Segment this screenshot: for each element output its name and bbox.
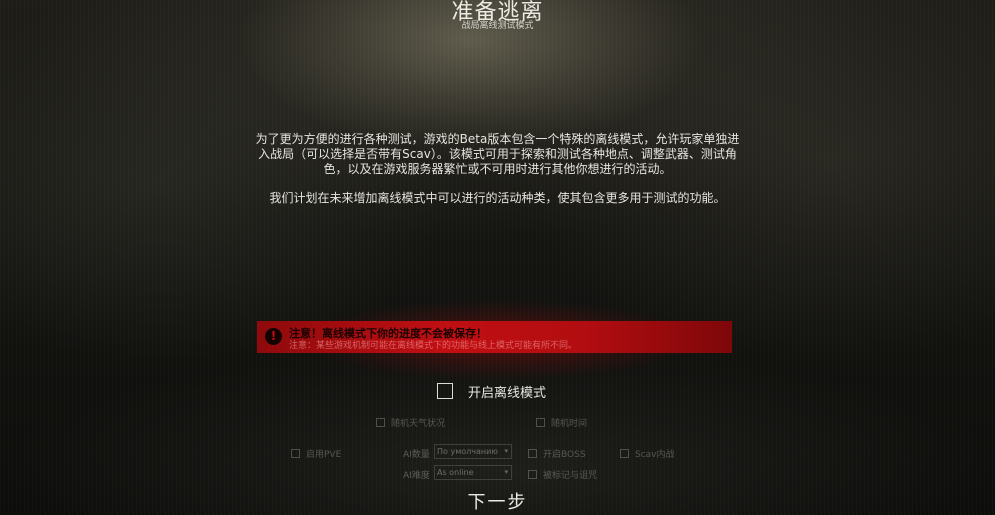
ai-difficulty-label: AI难度 <box>403 471 430 481</box>
tagged-and-cursed-option[interactable]: 被标记与诅咒 <box>528 468 597 481</box>
ai-amount-select[interactable]: По умолчанию ▾ <box>434 444 512 459</box>
scav-war-option[interactable]: Scav内战 <box>620 447 675 460</box>
offline-mode-label: 开启离线模式 <box>468 385 547 401</box>
random-weather-label: 随机天气状况 <box>391 419 446 429</box>
tagged-and-cursed-checkbox[interactable] <box>528 470 537 479</box>
tagged-and-cursed-label: 被标记与诅咒 <box>543 471 598 481</box>
random-time-label: 随机时间 <box>551 419 588 429</box>
next-button-row: 下一步 <box>0 488 995 514</box>
offline-mode-checkbox[interactable] <box>437 383 453 399</box>
ai-difficulty-value: As online <box>437 468 474 477</box>
warning-banner: ! 注意！离线模式下你的进度不会被保存！ 注意：某些游戏机制可能在离线模式下的功… <box>257 321 732 353</box>
ai-amount-value: По умолчанию <box>437 447 499 456</box>
ai-difficulty-select[interactable]: As online ▾ <box>434 465 512 480</box>
offline-mode-toggle[interactable]: 开启离线模式 <box>437 382 547 401</box>
description-paragraph-1: 为了更为方便的进行各种测试，游戏的Beta版本包含一个特殊的离线模式，允许玩家单… <box>255 132 740 176</box>
enable-pve-label: 启用PVE <box>306 450 342 460</box>
chevron-down-icon: ▾ <box>504 447 508 455</box>
random-time-checkbox[interactable] <box>536 418 545 427</box>
description-paragraph-2: 我们计划在未来增加离线模式中可以进行的活动种类，使其包含更多用于测试的功能。 <box>269 191 726 205</box>
scav-war-checkbox[interactable] <box>620 449 629 458</box>
enable-boss-label: 开启BOSS <box>543 450 586 460</box>
enable-boss-option[interactable]: 开启BOSS <box>528 447 586 460</box>
chevron-down-icon: ▾ <box>504 468 508 476</box>
enable-boss-checkbox[interactable] <box>528 449 537 458</box>
warning-text: 注意：某些游戏机制可能在离线模式下的功能与线上模式可能有所不同。 <box>289 341 578 351</box>
background-texture <box>0 0 995 515</box>
random-weather-option[interactable]: 随机天气状况 <box>376 416 445 429</box>
ai-amount-label: AI数量 <box>403 450 430 460</box>
enable-pve-checkbox[interactable] <box>291 449 300 458</box>
random-time-option[interactable]: 随机时间 <box>536 416 587 429</box>
enable-pve-option[interactable]: 启用PVE <box>291 447 341 460</box>
next-button[interactable]: 下一步 <box>468 492 528 513</box>
page-subtitle: 战局离线测试模式 <box>461 21 534 31</box>
random-weather-checkbox[interactable] <box>376 418 385 427</box>
exclamation-icon: ! <box>265 328 282 345</box>
scav-war-label: Scav内战 <box>635 450 675 460</box>
